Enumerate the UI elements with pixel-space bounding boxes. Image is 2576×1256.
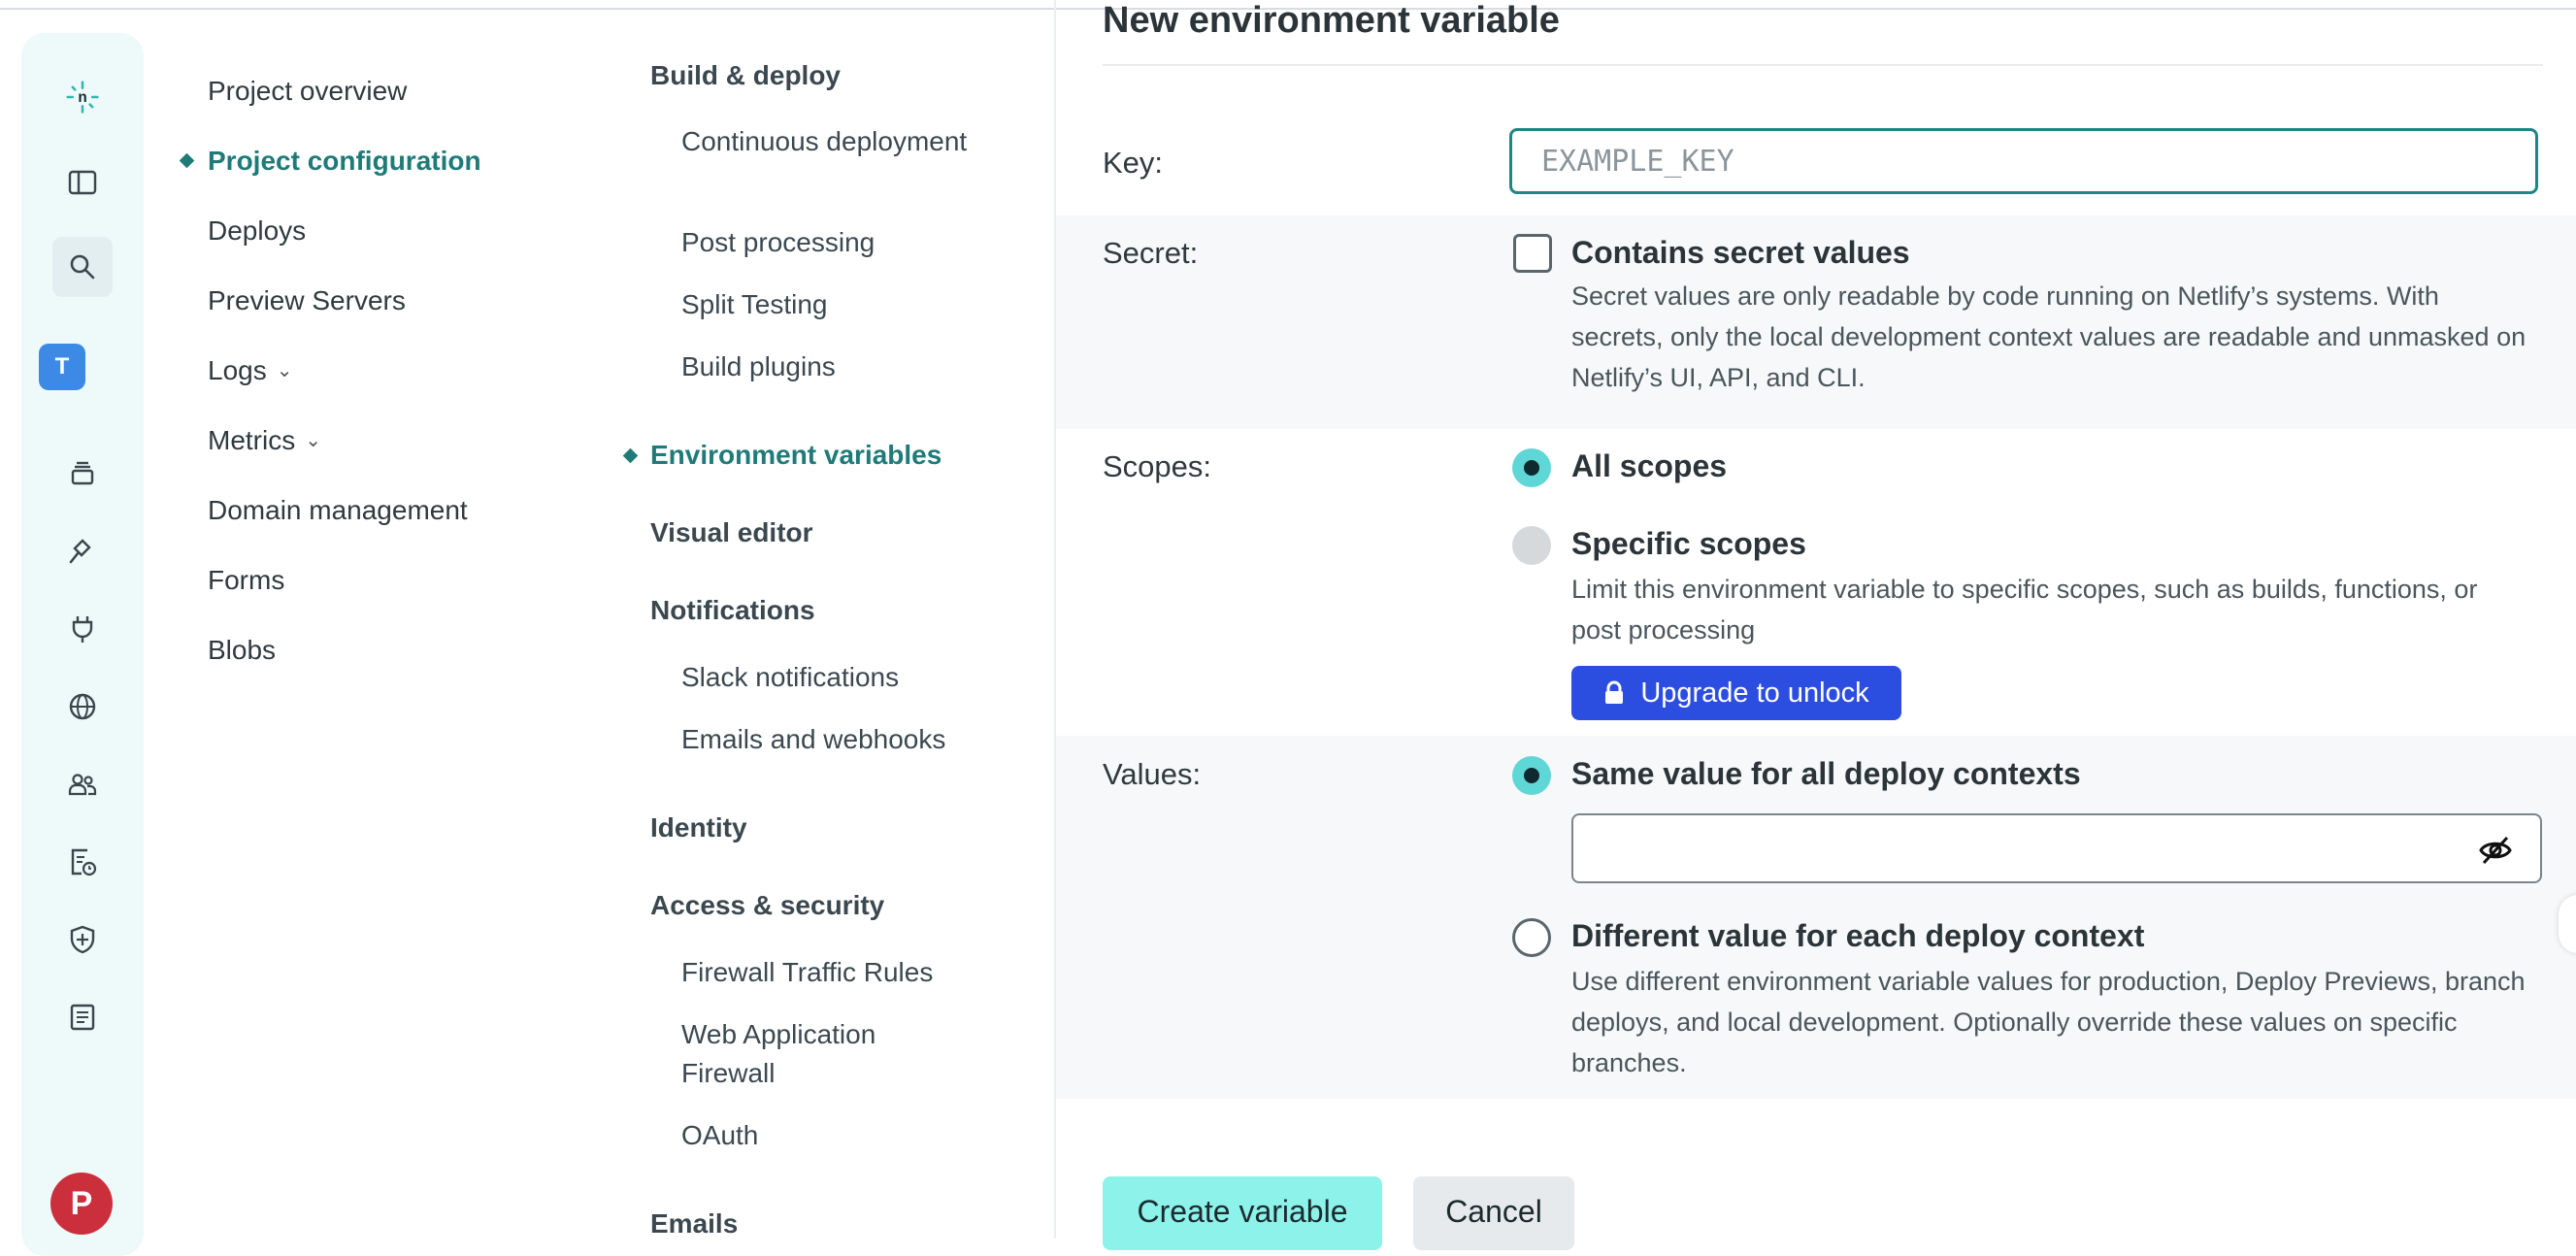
active-indicator-icon [179, 152, 195, 169]
subnav-slack-notifications[interactable]: Slack notifications [681, 658, 1002, 697]
subnav-split-testing[interactable]: Split Testing [681, 285, 1002, 324]
same-value-radio[interactable] [1512, 756, 1551, 795]
netlify-logo-icon[interactable]: n [55, 70, 110, 124]
section-visual-editor[interactable]: Visual editor [650, 517, 813, 548]
subnav-web-application-firewall[interactable]: Web Application Firewall [681, 1015, 934, 1093]
page-title: New environment variable [1103, 0, 1560, 41]
secret-checkbox[interactable] [1513, 234, 1552, 273]
secret-option-label[interactable]: Contains secret values [1571, 235, 1910, 271]
create-variable-button[interactable]: Create variable [1103, 1176, 1382, 1250]
team-badge[interactable]: T [39, 344, 85, 390]
specific-scopes-radio[interactable] [1512, 526, 1551, 565]
subnav-firewall-traffic-rules[interactable]: Firewall Traffic Rules [681, 953, 1002, 992]
same-value-label[interactable]: Same value for all deploy contexts [1571, 756, 2081, 792]
different-value-radio[interactable] [1512, 918, 1551, 957]
lock-icon [1605, 680, 1624, 704]
layers-icon[interactable] [55, 446, 110, 501]
nav-logs-label: Logs [208, 355, 267, 385]
upgrade-button-label: Upgrade to unlock [1640, 677, 1869, 709]
icon-rail: n [21, 33, 144, 1256]
globe-icon[interactable] [55, 679, 110, 734]
svg-text:n: n [78, 89, 86, 106]
value-input[interactable] [1571, 813, 2542, 883]
subnav-build-plugins[interactable]: Build plugins [681, 347, 1002, 386]
nav-metrics-label: Metrics [208, 425, 296, 455]
shield-icon[interactable] [55, 912, 110, 967]
scroll-handle[interactable] [2559, 895, 2576, 953]
different-value-description: Use different environment variable value… [1571, 967, 2526, 1077]
key-input[interactable] [1509, 128, 2538, 194]
eye-slash-icon[interactable] [2478, 833, 2513, 868]
nav-deploys[interactable]: Deploys [208, 215, 306, 247]
subnav-post-processing[interactable]: Post processing [681, 223, 1002, 262]
scopes-label: Scopes: [1103, 449, 1212, 483]
users-icon[interactable] [55, 757, 110, 811]
nav-blobs[interactable]: Blobs [208, 635, 276, 666]
title-divider [1103, 64, 2543, 66]
secret-description: Secret values are only readable by code … [1571, 281, 2526, 392]
upgrade-button[interactable]: Upgrade to unlock [1571, 666, 1901, 720]
cancel-button[interactable]: Cancel [1413, 1176, 1574, 1250]
subnav-continuous-deployment[interactable]: Continuous deployment [681, 122, 1002, 161]
key-label: Key: [1103, 146, 1164, 180]
section-access-security[interactable]: Access & security [650, 890, 884, 921]
nav-logs[interactable]: Logs ⌄ [208, 355, 292, 386]
nav-preview-servers[interactable]: Preview Servers [208, 285, 406, 316]
active-indicator-icon [622, 447, 639, 464]
chevron-down-icon: ⌄ [276, 360, 293, 381]
nav-forms[interactable]: Forms [208, 565, 284, 596]
nav-project-overview[interactable]: Project overview [208, 76, 407, 107]
nav-project-configuration[interactable]: Project configuration [208, 146, 481, 177]
user-avatar[interactable]: P [50, 1173, 113, 1235]
secret-label: Secret: [1103, 236, 1199, 270]
section-emails[interactable]: Emails [650, 1208, 738, 1239]
specific-scopes-description: Limit this environment variable to speci… [1571, 575, 2478, 645]
section-build-deploy[interactable]: Build & deploy [650, 60, 841, 91]
docs-icon[interactable] [55, 990, 110, 1044]
billing-icon[interactable] [55, 835, 110, 889]
different-value-label[interactable]: Different value for each deploy context [1571, 918, 2144, 954]
subnav-emails-webhooks[interactable]: Emails and webhooks [681, 720, 1002, 759]
all-scopes-label[interactable]: All scopes [1571, 448, 1727, 484]
all-scopes-radio[interactable] [1512, 448, 1551, 487]
chevron-down-icon: ⌄ [305, 430, 321, 451]
values-label: Values: [1103, 757, 1202, 791]
nav-domain-management[interactable]: Domain management [208, 495, 468, 526]
section-identity[interactable]: Identity [650, 812, 747, 843]
nav-metrics[interactable]: Metrics ⌄ [208, 425, 321, 456]
subnav-oauth[interactable]: OAuth [681, 1116, 1002, 1155]
plug-icon[interactable] [55, 602, 110, 656]
specific-scopes-label[interactable]: Specific scopes [1571, 526, 1806, 562]
sidebar-toggle-icon[interactable] [55, 155, 110, 210]
hammer-icon[interactable] [55, 524, 110, 578]
section-notifications[interactable]: Notifications [650, 595, 815, 626]
search-icon[interactable] [52, 237, 113, 297]
section-environment-variables[interactable]: Environment variables [650, 440, 941, 471]
